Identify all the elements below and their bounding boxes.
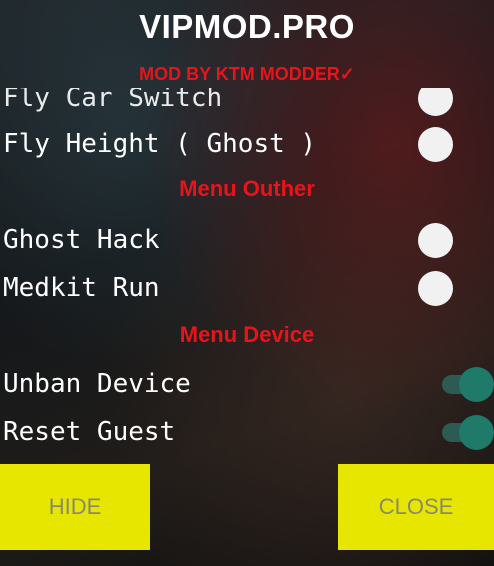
toggle-knob (459, 415, 494, 450)
section-header-menu-device: Menu Device (179, 322, 315, 347)
toggle-switch[interactable] (418, 88, 453, 116)
toggle-switch[interactable] (418, 127, 453, 162)
menu-item-medkit-run[interactable]: Medkit Run (0, 268, 494, 308)
toggle-switch[interactable] (418, 223, 453, 258)
toggle-knob (459, 367, 494, 402)
menu-item-ghost-hack[interactable]: Ghost Hack (0, 220, 494, 260)
menu-item-label: Fly Car Switch (3, 88, 223, 113)
app-title: VIPMOD.PRO (139, 8, 355, 45)
hide-button[interactable]: HIDE (0, 464, 150, 550)
toggle-switch[interactable] (418, 271, 453, 306)
menu-item-reset-guest[interactable]: Reset Guest (0, 412, 494, 452)
menu-item-unban-device[interactable]: Unban Device (0, 364, 494, 404)
menu-item-label: Fly Height ( Ghost ) (3, 129, 317, 159)
toggle-switch[interactable] (442, 367, 494, 402)
app-subtitle: MOD BY KTM MODDER✓ (139, 64, 355, 84)
close-button[interactable]: CLOSE (338, 464, 494, 550)
menu-item-label: Ghost Hack (3, 225, 160, 255)
mod-menu-list[interactable]: Fly Car Switch Fly Height ( Ghost ) Menu… (0, 88, 494, 456)
menu-item-fly-car-switch[interactable]: Fly Car Switch (0, 88, 494, 118)
menu-item-label: Unban Device (3, 369, 191, 399)
menu-item-fly-height[interactable]: Fly Height ( Ghost ) (0, 124, 494, 164)
toggle-switch[interactable] (442, 415, 494, 450)
menu-item-label: Reset Guest (3, 417, 176, 447)
section-header-menu-outher: Menu Outher (179, 176, 315, 201)
menu-item-label: Medkit Run (3, 273, 160, 303)
